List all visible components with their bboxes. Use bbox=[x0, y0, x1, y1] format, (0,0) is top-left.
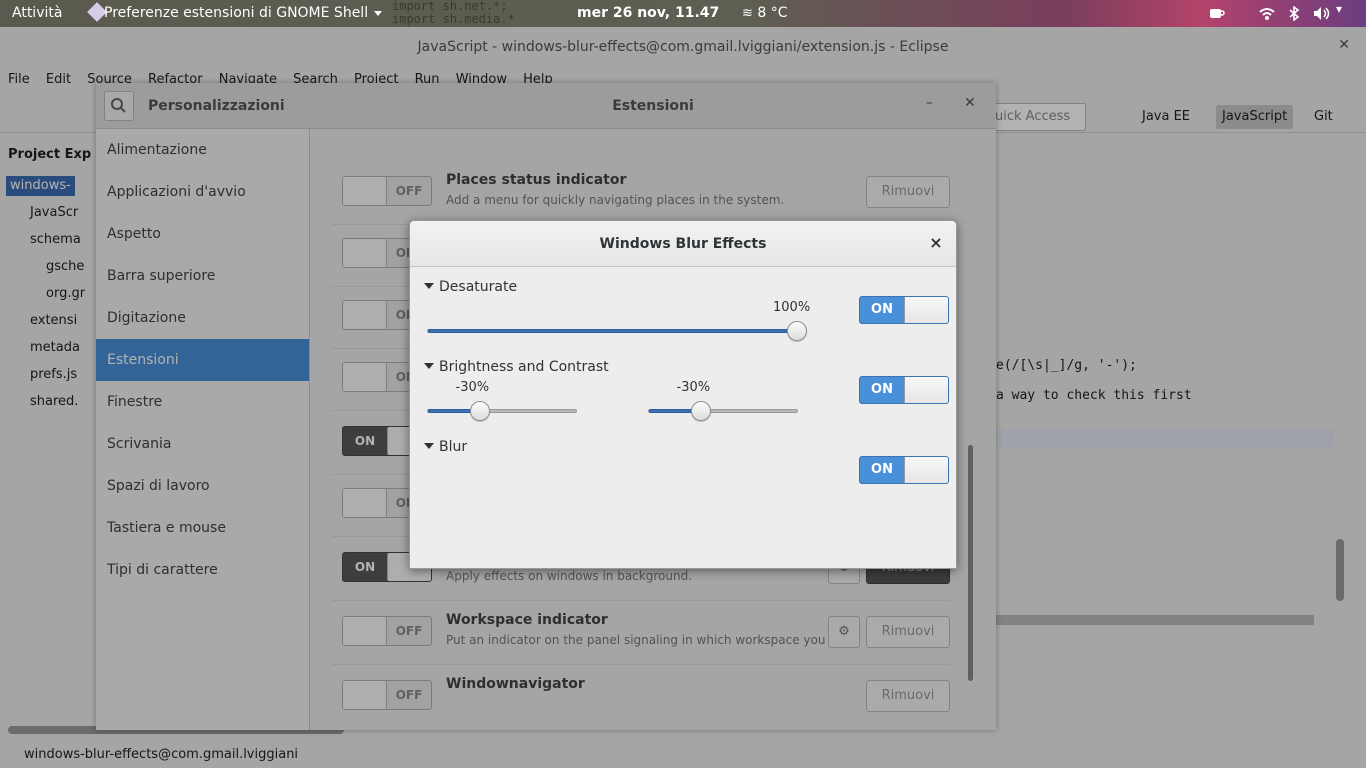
blur-effects-dialog: Windows Blur Effects × Desaturate 100% O… bbox=[409, 220, 957, 569]
slider-fill bbox=[428, 329, 798, 333]
coffee-icon[interactable] bbox=[1208, 6, 1226, 21]
desaturate-value: 100% bbox=[773, 300, 811, 315]
expander-arrow-icon bbox=[424, 283, 434, 289]
brightness-contrast-label: Brightness and Contrast bbox=[439, 359, 609, 375]
blur-label: Blur bbox=[439, 439, 468, 455]
contrast-slider[interactable] bbox=[648, 409, 798, 413]
switch-state: ON bbox=[871, 462, 893, 477]
activities-button[interactable]: Attività bbox=[12, 0, 62, 27]
app-menu[interactable]: Preferenze estensioni di GNOME Shell bbox=[104, 0, 383, 27]
slider-handle[interactable] bbox=[690, 401, 711, 421]
slider-handle[interactable] bbox=[787, 321, 807, 341]
app-menu-label: Preferenze estensioni di GNOME Shell bbox=[104, 5, 369, 21]
chevron-down-icon[interactable]: ▾ bbox=[1336, 2, 1342, 17]
expander-arrow-icon bbox=[424, 363, 434, 369]
dialog-title: Windows Blur Effects bbox=[599, 236, 767, 252]
desaturate-switch[interactable]: ON bbox=[859, 296, 949, 324]
background-code: import sh.net.*; import sh.media.* bbox=[392, 0, 515, 26]
top-panel: import sh.net.*; import sh.media.* Attiv… bbox=[0, 0, 1366, 27]
chevron-down-icon bbox=[374, 10, 383, 16]
switch-state: ON bbox=[871, 382, 893, 397]
dialog-header: Windows Blur Effects × bbox=[410, 221, 956, 267]
switch-knob bbox=[904, 457, 948, 483]
fog-icon: ≋ bbox=[742, 6, 753, 21]
desaturate-slider[interactable] bbox=[427, 329, 798, 333]
weather-temp: 8 °C bbox=[757, 5, 788, 21]
brightness-contrast-switch[interactable]: ON bbox=[859, 376, 949, 404]
bluetooth-icon[interactable] bbox=[1288, 6, 1300, 21]
switch-state: ON bbox=[871, 302, 893, 317]
blur-switch[interactable]: ON bbox=[859, 456, 949, 484]
volume-icon[interactable] bbox=[1313, 6, 1331, 21]
switch-knob bbox=[904, 297, 948, 323]
blur-expander[interactable]: Blur bbox=[424, 437, 467, 457]
switch-knob bbox=[904, 377, 948, 403]
brightness-contrast-expander[interactable]: Brightness and Contrast bbox=[424, 357, 609, 377]
desaturate-label: Desaturate bbox=[439, 279, 518, 295]
brightness-slider[interactable] bbox=[427, 409, 577, 413]
wifi-icon[interactable] bbox=[1258, 6, 1276, 21]
expander-arrow-icon bbox=[424, 443, 434, 449]
close-button[interactable]: × bbox=[926, 233, 946, 253]
clock[interactable]: mer 26 nov, 11.47 bbox=[577, 0, 719, 27]
desaturate-expander[interactable]: Desaturate bbox=[424, 277, 517, 297]
slider-handle[interactable] bbox=[469, 401, 490, 421]
contrast-value: -30% bbox=[676, 380, 711, 395]
weather-indicator[interactable]: ≋ 8 °C bbox=[742, 0, 788, 27]
brightness-value: -30% bbox=[455, 380, 490, 395]
